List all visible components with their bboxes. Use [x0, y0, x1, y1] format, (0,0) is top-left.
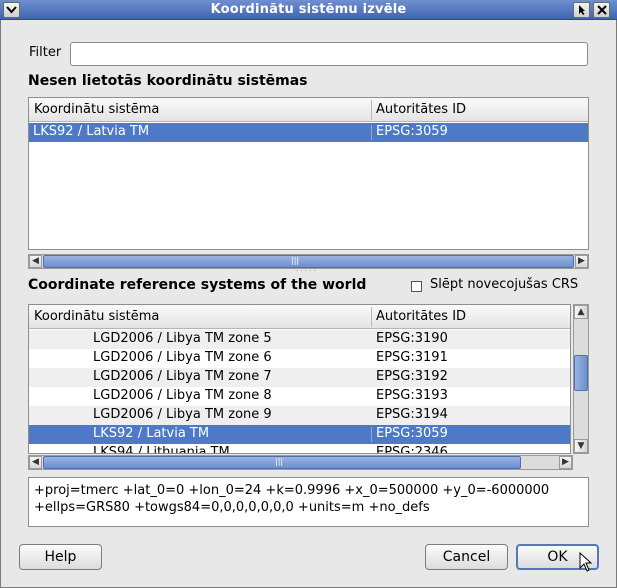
- crs-id: EPSG:3190: [376, 331, 448, 346]
- recent-list-header: Koordinātu sistēma Autoritātes ID: [29, 98, 588, 122]
- scroll-left-icon[interactable]: ◀: [29, 255, 42, 268]
- crs-name: LKS94 / Lithuania TM: [93, 445, 230, 454]
- world-vertical-scrollbar[interactable]: ▲ ▼: [573, 304, 589, 454]
- crs-name: LGD2006 / Libya TM zone 8: [93, 388, 272, 403]
- table-row[interactable]: LKS92 / Latvia TM EPSG:3059: [29, 123, 588, 142]
- crs-id: EPSG:3194: [376, 407, 448, 422]
- filter-input[interactable]: [70, 42, 588, 66]
- ok-button-label: OK: [547, 549, 568, 565]
- column-header-crs[interactable]: Koordinātu sistēma: [34, 309, 159, 324]
- table-row[interactable]: LGD2006 / Libya TM zone 6 EPSG:3191: [29, 349, 570, 368]
- crs-name: LGD2006 / Libya TM zone 7: [93, 369, 272, 384]
- context-help-button[interactable]: [573, 2, 590, 18]
- proj4-line-2: +ellps=GRS80 +towgs84=0,0,0,0,0,0,0 +uni…: [34, 500, 430, 515]
- hide-deprecated-checkbox[interactable]: [411, 281, 422, 292]
- proj4-line-1: +proj=tmerc +lat_0=0 +lon_0=24 +k=0.9996…: [34, 483, 550, 498]
- world-section-title: Coordinate reference systems of the worl…: [28, 277, 367, 293]
- crs-id: EPSG:3193: [376, 388, 448, 403]
- crs-name: LGD2006 / Libya TM zone 5: [93, 331, 272, 346]
- table-row[interactable]: LGD2006 / Libya TM zone 8 EPSG:3193: [29, 387, 570, 406]
- table-row[interactable]: LGD2006 / Libya TM zone 5 EPSG:3190: [29, 330, 570, 349]
- table-row[interactable]: LGD2006 / Libya TM zone 9 EPSG:3194: [29, 406, 570, 425]
- table-row[interactable]: LKS92 / Latvia TM EPSG:3059: [29, 425, 570, 444]
- crs-name: LKS92 / Latvia TM: [33, 124, 150, 139]
- close-button[interactable]: [593, 2, 610, 18]
- table-row[interactable]: LGD2006 / Libya TM zone 7 EPSG:3192: [29, 368, 570, 387]
- scroll-left-icon[interactable]: ◀: [29, 456, 42, 469]
- filter-label: Filter: [29, 45, 62, 60]
- world-crs-list[interactable]: Koordinātu sistēma Autoritātes ID LGD200…: [28, 304, 571, 454]
- crs-id: EPSG:3192: [376, 369, 448, 384]
- table-row[interactable]: LKS94 / Lithuania TM EPSG:2346: [29, 444, 570, 454]
- crs-id: EPSG:3191: [376, 350, 448, 365]
- crs-id: EPSG:3059: [376, 426, 448, 441]
- recent-crs-list[interactable]: Koordinātu sistēma Autoritātes ID LKS92 …: [28, 97, 589, 250]
- scroll-right-icon[interactable]: ▶: [575, 255, 588, 268]
- crs-name: LKS92 / Latvia TM: [93, 426, 210, 441]
- scroll-down-icon[interactable]: ▼: [574, 439, 588, 453]
- grip-icon: |||: [291, 256, 300, 265]
- window-title: Koordinātu sistēmu izvēle: [210, 2, 407, 17]
- crs-name: LGD2006 / Libya TM zone 9: [93, 407, 272, 422]
- help-button[interactable]: Help: [19, 544, 102, 570]
- cancel-button-label: Cancel: [442, 549, 491, 565]
- grip-icon: |||: [275, 457, 284, 466]
- scroll-up-icon[interactable]: ▲: [574, 305, 588, 319]
- column-header-authority-id[interactable]: Autoritātes ID: [376, 309, 466, 324]
- splitter-handle[interactable]: · · · · ·: [296, 267, 316, 275]
- scrollbar-thumb[interactable]: [574, 355, 588, 391]
- recent-section-title: Nesen lietotās koordinātu sistēmas: [28, 73, 308, 89]
- column-header-authority-id[interactable]: Autoritātes ID: [376, 102, 466, 117]
- crs-id: EPSG:2346: [376, 445, 448, 454]
- arrow-icon: [578, 5, 585, 15]
- cancel-button[interactable]: Cancel: [425, 544, 508, 570]
- crs-name: LGD2006 / Libya TM zone 6: [93, 350, 272, 365]
- close-icon: [596, 5, 607, 15]
- column-header-crs[interactable]: Koordinātu sistēma: [34, 102, 159, 117]
- title-bar: Koordinātu sistēmu izvēle: [0, 0, 617, 20]
- crs-id: EPSG:3059: [376, 124, 448, 139]
- world-list-header: Koordinātu sistēma Autoritātes ID: [29, 305, 570, 329]
- hide-deprecated-label[interactable]: Slēpt novecojušas CRS: [430, 277, 578, 292]
- proj4-definition: +proj=tmerc +lat_0=0 +lon_0=24 +k=0.9996…: [28, 477, 589, 527]
- mouse-cursor-icon: [579, 552, 593, 572]
- world-horizontal-scrollbar[interactable]: ◀ ||| ▶: [28, 455, 573, 470]
- scroll-right-icon[interactable]: ▶: [559, 456, 572, 469]
